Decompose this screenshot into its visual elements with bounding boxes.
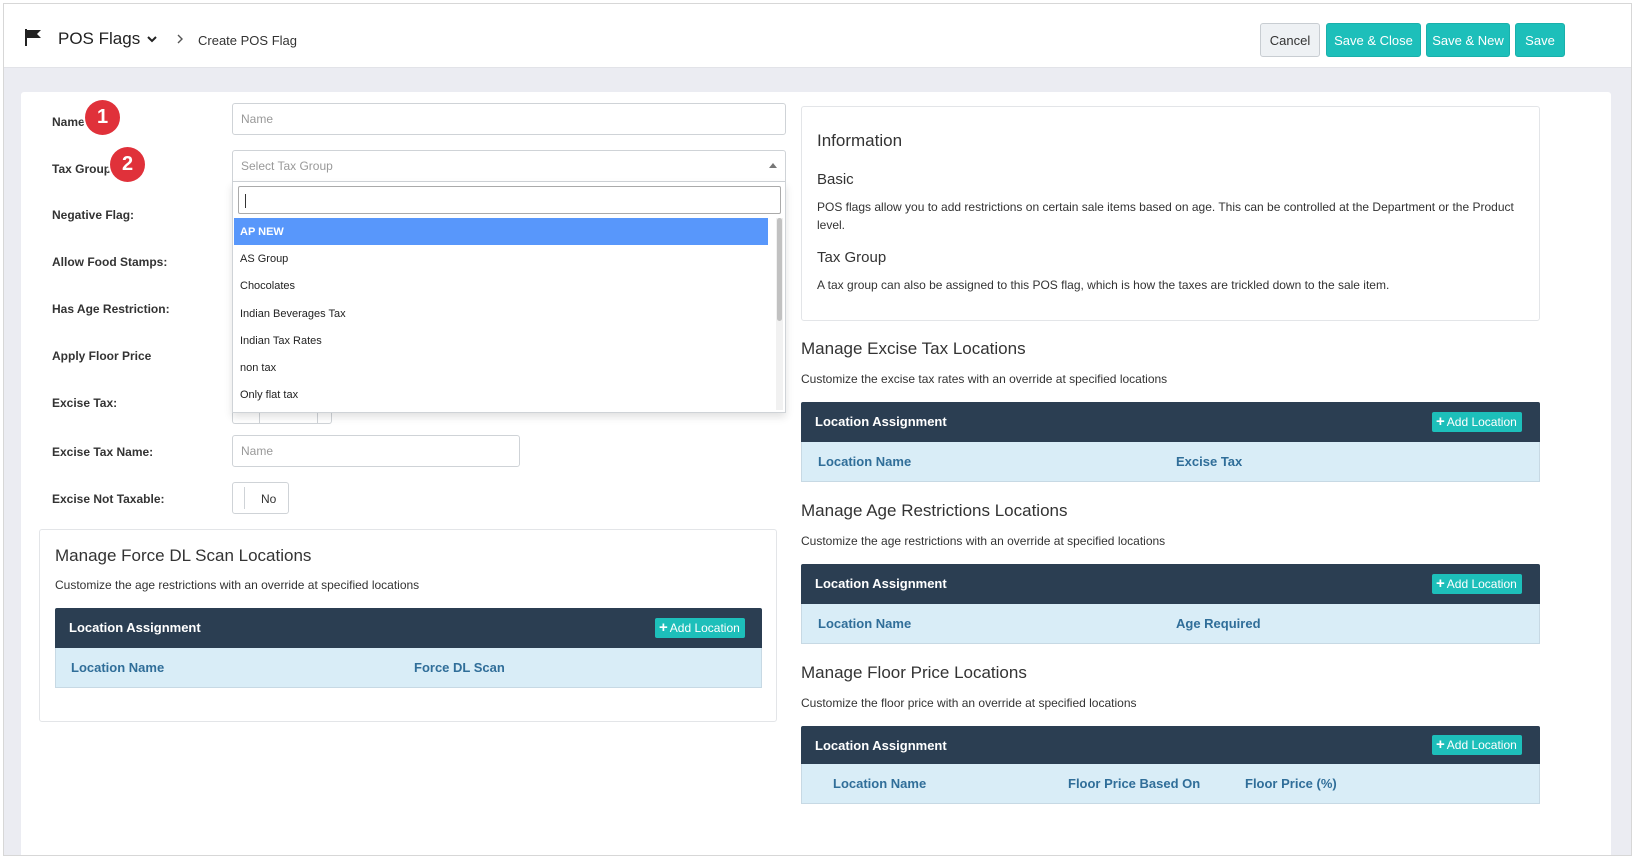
plus-icon: + xyxy=(1436,736,1445,753)
floor-price-label: Apply Floor Price xyxy=(52,349,152,363)
dropdown-scrollbar[interactable] xyxy=(776,218,783,410)
excise-subtitle: Customize the excise tax rates with an o… xyxy=(801,372,1168,386)
page-title: POS Flags xyxy=(58,29,141,48)
excise-table-columns: Location Name Excise Tax xyxy=(801,442,1540,482)
dropdown-options: AP NEW AS Group Chocolates Indian Bevera… xyxy=(234,218,768,409)
tax-group-placeholder: Select Tax Group xyxy=(241,159,333,173)
chevron-down-icon[interactable] xyxy=(146,33,158,45)
column-header: Location Name xyxy=(833,776,927,791)
toggle-knob xyxy=(237,487,245,509)
basic-text: POS flags allow you to add restrictions … xyxy=(817,200,1514,232)
toggle-value: No xyxy=(261,492,277,506)
step-badge-2: 2 xyxy=(110,147,145,182)
force-dl-table-header: Location Assignment + Add Location xyxy=(55,608,762,648)
excise-tax-name-label: Excise Tax Name: xyxy=(52,445,154,459)
age-table-header: Location Assignment + Add Location xyxy=(801,564,1540,604)
scrollbar-thumb[interactable] xyxy=(777,218,782,321)
tax-group-select[interactable]: Select Tax Group xyxy=(232,150,786,182)
add-location-label: Add Location xyxy=(1446,738,1517,752)
force-dl-subtitle: Customize the age restrictions with an o… xyxy=(55,578,420,592)
dropdown-option[interactable]: Indian Beverages Tax xyxy=(234,300,768,327)
table-title: Location Assignment xyxy=(815,576,947,591)
floor-table-header: Location Assignment + Add Location xyxy=(801,726,1540,764)
add-location-button[interactable]: + Add Location xyxy=(1432,574,1522,594)
column-header: Floor Price (%) xyxy=(1245,776,1337,791)
excise-title: Manage Excise Tax Locations xyxy=(801,339,1026,358)
add-location-label: Add Location xyxy=(669,621,740,635)
force-dl-panel: Manage Force DL Scan Locations Customize… xyxy=(39,529,777,722)
top-bar: POS Flags Create POS Flag Cancel Save & … xyxy=(4,4,1631,68)
excise-not-taxable-toggle[interactable]: No xyxy=(232,482,289,514)
excise-tax-label: Excise Tax: xyxy=(52,396,118,410)
dropdown-option[interactable]: Indian Tax Rates xyxy=(234,327,768,354)
save-close-button[interactable]: Save & Close xyxy=(1326,23,1421,57)
dropdown-option[interactable]: Chocolates xyxy=(234,273,768,300)
add-location-button[interactable]: + Add Location xyxy=(1432,412,1522,432)
column-header: Location Name xyxy=(818,454,912,469)
column-header: Force DL Scan xyxy=(414,660,505,675)
excise-tax-name-input[interactable]: Name xyxy=(232,435,520,467)
caret-up-icon xyxy=(769,163,777,168)
save-new-button[interactable]: Save & New xyxy=(1426,23,1510,57)
table-title: Location Assignment xyxy=(815,414,947,429)
save-button[interactable]: Save xyxy=(1515,23,1565,57)
floor-title: Manage Floor Price Locations xyxy=(801,663,1027,682)
age-subtitle: Customize the age restrictions with an o… xyxy=(801,534,1166,548)
add-location-button[interactable]: + Add Location xyxy=(655,618,745,638)
chevron-right-icon xyxy=(177,34,183,44)
age-title: Manage Age Restrictions Locations xyxy=(801,501,1068,520)
dropdown-option[interactable]: non tax xyxy=(234,354,768,381)
add-location-label: Add Location xyxy=(1446,415,1517,429)
table-title: Location Assignment xyxy=(69,620,201,635)
tax-group-dropdown: AP NEW AS Group Chocolates Indian Bevera… xyxy=(232,182,786,413)
floor-subtitle: Customize the floor price with an overri… xyxy=(801,696,1137,710)
negative-flag-label: Negative Flag: xyxy=(52,208,135,222)
information-title: Information xyxy=(817,131,903,150)
breadcrumb: Create POS Flag xyxy=(198,33,297,48)
excise-table-header: Location Assignment + Add Location xyxy=(801,402,1540,442)
plus-icon: + xyxy=(1436,413,1445,430)
column-header: Location Name xyxy=(818,616,912,631)
column-header: Age Required xyxy=(1176,616,1261,631)
excise-not-taxable-label: Excise Not Taxable: xyxy=(52,492,165,506)
tax-group-text: A tax group can also be assigned to this… xyxy=(817,278,1390,292)
tax-group-heading: Tax Group xyxy=(817,249,887,266)
step-badge-1: 1 xyxy=(85,100,120,135)
force-dl-title: Manage Force DL Scan Locations xyxy=(55,546,312,565)
add-location-label: Add Location xyxy=(1446,577,1517,591)
dropdown-option[interactable]: AS Group xyxy=(234,245,768,272)
column-header: Location Name xyxy=(71,660,165,675)
information-panel: Information Basic POS flags allow you to… xyxy=(801,106,1540,321)
age-restriction-label: Has Age Restriction: xyxy=(52,302,170,316)
plus-icon: + xyxy=(1436,575,1445,592)
dropdown-search-input[interactable] xyxy=(238,186,781,214)
floor-table-columns: Location Name Floor Price Based On Floor… xyxy=(801,764,1540,804)
form-card: Name: * 1 Name Tax Group: * 2 Select Tax… xyxy=(21,92,1611,855)
dropdown-option[interactable]: Only flat tax xyxy=(234,382,768,409)
food-stamps-label: Allow Food Stamps: xyxy=(52,255,168,269)
plus-icon: + xyxy=(659,619,668,636)
cancel-button[interactable]: Cancel xyxy=(1260,23,1320,57)
column-header: Excise Tax xyxy=(1176,454,1243,469)
flag-icon xyxy=(25,29,41,46)
table-title: Location Assignment xyxy=(815,738,947,753)
text-cursor xyxy=(245,194,246,208)
dropdown-option[interactable]: AP NEW xyxy=(234,218,768,246)
add-location-button[interactable]: + Add Location xyxy=(1432,735,1522,755)
name-input[interactable]: Name xyxy=(232,103,786,135)
app-frame: POS Flags Create POS Flag Cancel Save & … xyxy=(3,3,1632,856)
basic-heading: Basic xyxy=(817,171,854,188)
force-dl-table-columns: Location Name Force DL Scan xyxy=(55,648,762,688)
column-header: Floor Price Based On xyxy=(1068,776,1201,791)
age-table-columns: Location Name Age Required xyxy=(801,604,1540,644)
